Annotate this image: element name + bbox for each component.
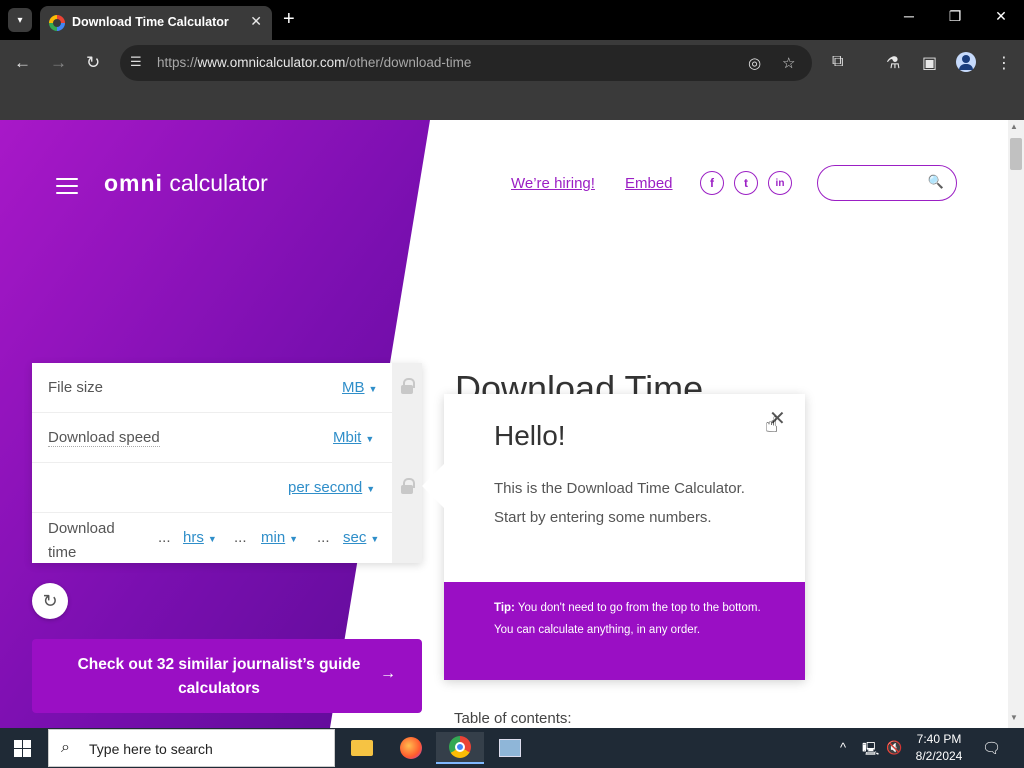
taskbar-search-input[interactable]: ⌕ Type here to search	[48, 729, 335, 767]
embed-link[interactable]: Embed	[625, 175, 673, 192]
system-clock[interactable]: 7:40 PM 8/2/2024	[904, 731, 974, 765]
taskbar-search-placeholder: Type here to search	[89, 741, 213, 757]
scroll-up-icon[interactable]: ▲	[1010, 122, 1018, 131]
search-icon[interactable]: 🔍	[928, 174, 944, 190]
seconds-unit-select[interactable]: sec ▼	[343, 529, 379, 546]
minutes-unit-select[interactable]: min ▼	[261, 529, 298, 546]
lock-icon[interactable]	[400, 378, 415, 394]
reload-icon[interactable]: ↻	[86, 53, 100, 73]
reset-calculator-button[interactable]: ↻	[32, 583, 68, 619]
firefox-app[interactable]	[387, 732, 435, 764]
chrome-icon	[449, 736, 471, 758]
file-size-row: File size MB ▼	[32, 363, 392, 413]
browser-toolbar: ← → ↻ ☰ https://www.omnicalculator.com/o…	[0, 40, 1024, 86]
minimize-icon[interactable]: ─	[897, 8, 921, 24]
tooltip-tip: Tip: You don't need to go from the top t…	[444, 582, 805, 680]
tip-text: You don't need to go from the top to the…	[514, 602, 761, 614]
minutes-input[interactable]: ...	[234, 529, 247, 546]
restore-icon[interactable]: ❐	[943, 8, 967, 25]
eye-off-icon[interactable]: ◎	[748, 54, 761, 72]
seconds-input[interactable]: ...	[317, 529, 330, 546]
side-panel-icon[interactable]: ▣	[922, 53, 937, 73]
similar-calculators-button[interactable]: Check out 32 similar journalist’s guide …	[32, 639, 422, 713]
tab-search-button[interactable]: ▾	[8, 8, 32, 32]
image-viewer-icon	[499, 739, 521, 757]
download-speed-label: Download speed	[48, 429, 160, 447]
new-tab-button[interactable]: +	[283, 8, 295, 30]
scrollbar-thumb[interactable]	[1010, 138, 1022, 170]
page-scrollbar[interactable]	[1008, 120, 1024, 728]
web-page: omni calculator We’re hiring! Embed f t …	[0, 120, 1008, 728]
download-time-row: Download time ... hrs ▼ ... min ▼ ... sec ▼	[32, 513, 392, 563]
welcome-tooltip: Hello! ✕ This is the Download Time Calcu…	[422, 394, 805, 680]
arrow-right-icon: →	[380, 665, 396, 682]
scroll-down-icon[interactable]: ▼	[1010, 713, 1018, 722]
notification-center-icon[interactable]: 🗨	[982, 739, 1001, 757]
menu-kebab-icon[interactable]: ⋮	[996, 53, 1012, 73]
lock-icon[interactable]	[400, 478, 415, 494]
hiring-link[interactable]: We’re hiring!	[511, 175, 595, 192]
download-speed-row: Download speed Mbit ▼	[32, 413, 392, 463]
speed-time-unit-row: per second ▼	[32, 463, 392, 513]
hamburger-menu-icon[interactable]	[56, 178, 78, 194]
facebook-icon[interactable]: f	[700, 171, 724, 195]
tab-title: Download Time Calculator	[72, 15, 229, 29]
tooltip-pointer	[422, 464, 444, 508]
tip-text-line2: You can calculate anything, in any order…	[494, 624, 701, 636]
file-size-label: File size	[48, 379, 104, 396]
tip-label: Tip:	[494, 602, 515, 614]
network-icon[interactable]: 🖳	[862, 740, 879, 762]
site-info-icon[interactable]: ☰	[130, 54, 148, 72]
hand-cursor-icon: ☝	[765, 412, 779, 437]
omni-logo[interactable]: omni calculator	[104, 170, 268, 197]
image-viewer-app[interactable]	[486, 732, 534, 764]
url-text[interactable]: https://www.omnicalculator.com/other/dow…	[157, 55, 471, 70]
similar-calculators-label: Check out 32 similar journalist’s guide …	[77, 656, 361, 697]
clock-date: 8/2/2024	[915, 749, 963, 763]
tooltip-body: This is the Download Time Calculator. St…	[494, 480, 745, 526]
tooltip-title: Hello!	[494, 420, 566, 451]
back-icon[interactable]: ←	[14, 53, 31, 73]
file-size-unit-select[interactable]: MB ▼	[342, 379, 377, 396]
address-bar[interactable]: ☰ https://www.omnicalculator.com/other/d…	[120, 45, 812, 81]
chrome-favicon-icon	[49, 15, 65, 31]
browser-tab[interactable]: Download Time Calculator ✕	[40, 6, 272, 40]
search-input[interactable]: 🔍	[817, 165, 957, 201]
forward-icon[interactable]: →	[50, 53, 67, 73]
window-close-icon[interactable]: ✕	[989, 8, 1013, 25]
hours-input[interactable]: ...	[158, 529, 171, 546]
folder-icon	[351, 740, 373, 756]
profile-avatar-icon[interactable]	[956, 52, 976, 72]
bookmarks-bar	[0, 86, 1024, 120]
per-second-unit-select[interactable]: per second ▼	[288, 479, 375, 496]
file-explorer-app[interactable]	[338, 732, 386, 764]
windows-start-icon[interactable]	[14, 740, 31, 757]
firefox-icon	[400, 737, 422, 759]
browser-tab-strip: ▾ Download Time Calculator ✕ + ─ ❐ ✕	[0, 0, 1024, 40]
labs-flask-icon[interactable]: ⚗	[886, 53, 900, 73]
bookmark-star-icon[interactable]: ☆	[782, 54, 795, 72]
twitter-icon[interactable]: t	[734, 171, 758, 195]
hours-unit-select[interactable]: hrs ▼	[183, 529, 217, 546]
linkedin-icon[interactable]: in	[768, 171, 792, 195]
volume-muted-icon[interactable]: 🔇	[886, 740, 902, 756]
chrome-app[interactable]	[436, 732, 484, 764]
windows-taskbar: ⌕ Type here to search ^ 🖳 🔇 7:40 PM 8/2/…	[0, 728, 1024, 768]
download-time-label: Download time	[48, 520, 115, 561]
extensions-icon[interactable]: ⧉	[832, 53, 843, 71]
calculator-card: File size MB ▼ Download speed Mbit ▼ per s…	[32, 363, 422, 563]
tab-close-icon[interactable]: ✕	[250, 13, 262, 30]
search-icon: ⌕	[61, 739, 70, 756]
show-hidden-icons-icon[interactable]: ^	[840, 740, 846, 755]
download-speed-unit-select[interactable]: Mbit ▼	[333, 429, 374, 446]
clock-time: 7:40 PM	[916, 732, 962, 746]
table-of-contents-heading: Table of contents:	[454, 710, 572, 727]
